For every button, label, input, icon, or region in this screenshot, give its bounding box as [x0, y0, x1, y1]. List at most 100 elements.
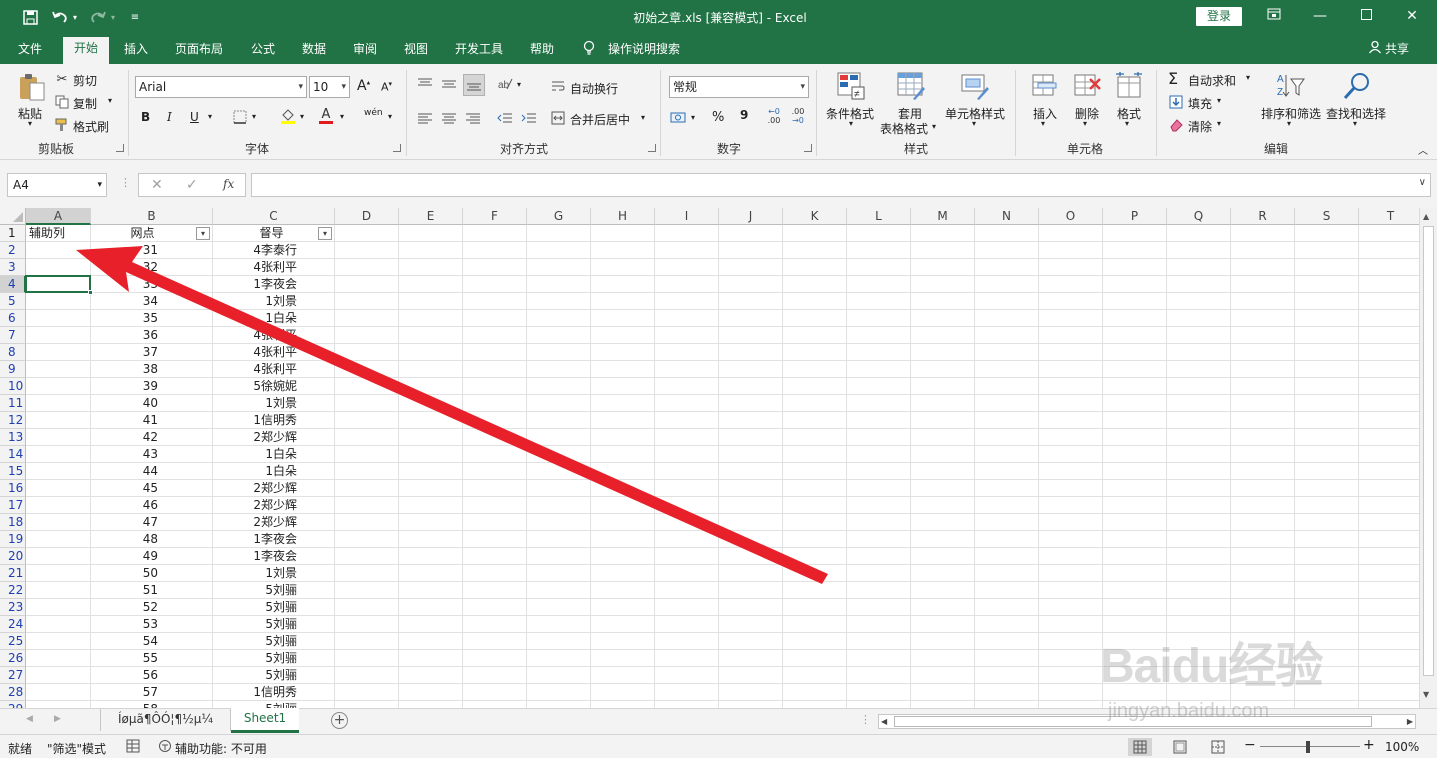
cell[interactable] [1231, 582, 1295, 599]
share-button[interactable]: 共享 [1385, 40, 1409, 60]
cell[interactable] [655, 599, 719, 616]
cell[interactable] [1167, 361, 1231, 378]
confirm-entry-icon[interactable]: ✓ [186, 177, 198, 193]
cell[interactable] [1359, 310, 1423, 327]
cell[interactable] [26, 548, 91, 565]
cell[interactable] [335, 701, 399, 708]
cell[interactable] [719, 701, 783, 708]
zoom-out-icon[interactable]: − [1244, 737, 1256, 753]
column-header-q[interactable]: Q [1167, 208, 1231, 225]
cell-supervisor[interactable]: 2郑少辉 [213, 497, 335, 514]
cell[interactable] [527, 599, 591, 616]
cell[interactable] [1167, 446, 1231, 463]
cell[interactable] [783, 327, 847, 344]
cell[interactable] [975, 344, 1039, 361]
cancel-entry-icon[interactable]: ✕ [151, 177, 163, 193]
cell[interactable] [847, 378, 911, 395]
header-cell-helper-column[interactable]: 辅助列 [26, 225, 91, 242]
share-icon[interactable] [1368, 40, 1382, 60]
cell[interactable] [1039, 344, 1103, 361]
delete-dropdown-icon[interactable]: ▾ [1083, 119, 1087, 128]
cell[interactable] [975, 650, 1039, 667]
cell[interactable] [399, 497, 463, 514]
cell-outlet[interactable]: 48 [91, 531, 213, 548]
cell[interactable] [1231, 429, 1295, 446]
cell[interactable] [399, 616, 463, 633]
cell[interactable] [911, 514, 975, 531]
cell[interactable] [335, 565, 399, 582]
cell[interactable] [1039, 650, 1103, 667]
cell[interactable] [1359, 667, 1423, 684]
column-header-k[interactable]: K [783, 208, 847, 225]
cell[interactable] [1039, 293, 1103, 310]
cell[interactable] [719, 429, 783, 446]
row-header[interactable]: 6 [0, 310, 26, 327]
cell[interactable] [975, 276, 1039, 293]
row-header[interactable]: 2 [0, 242, 26, 259]
cell[interactable] [26, 667, 91, 684]
cell[interactable] [527, 667, 591, 684]
tab-formulas[interactable]: 公式 [251, 40, 275, 60]
row-header[interactable]: 23 [0, 599, 26, 616]
cell[interactable] [1359, 582, 1423, 599]
cell[interactable] [591, 616, 655, 633]
cell-supervisor[interactable]: 1李夜会 [213, 548, 335, 565]
cell[interactable] [527, 548, 591, 565]
undo-dropdown-icon[interactable]: ▾ [70, 8, 80, 26]
cell[interactable] [1167, 514, 1231, 531]
cell[interactable] [591, 480, 655, 497]
cell[interactable] [591, 650, 655, 667]
cell[interactable] [527, 633, 591, 650]
sort-filter-icon[interactable]: AZ [1274, 71, 1306, 101]
cell-outlet[interactable]: 53 [91, 616, 213, 633]
cell[interactable] [719, 395, 783, 412]
cell[interactable] [463, 327, 527, 344]
cell[interactable] [335, 361, 399, 378]
cell[interactable] [847, 701, 911, 708]
cell[interactable] [847, 531, 911, 548]
cell[interactable] [399, 599, 463, 616]
cell[interactable] [399, 565, 463, 582]
column-header-c[interactable]: C [213, 208, 335, 225]
cell[interactable] [1103, 242, 1167, 259]
cell[interactable] [719, 361, 783, 378]
cell[interactable] [591, 684, 655, 701]
cell[interactable] [1295, 259, 1359, 276]
cell[interactable] [655, 531, 719, 548]
cell[interactable] [783, 378, 847, 395]
number-launcher-icon[interactable] [804, 144, 812, 152]
cell[interactable] [911, 225, 975, 242]
cell[interactable] [1231, 565, 1295, 582]
cell[interactable] [655, 548, 719, 565]
row-header[interactable]: 25 [0, 633, 26, 650]
cell-outlet[interactable]: 54 [91, 633, 213, 650]
cell[interactable] [655, 582, 719, 599]
cell[interactable] [847, 242, 911, 259]
merge-dropdown-icon[interactable]: ▾ [641, 113, 645, 122]
cell[interactable] [1039, 242, 1103, 259]
cell[interactable] [399, 242, 463, 259]
expand-formula-bar-icon[interactable]: ∨ [1419, 177, 1426, 188]
cell[interactable] [847, 446, 911, 463]
cell-outlet[interactable]: 43 [91, 446, 213, 463]
cell[interactable] [1167, 293, 1231, 310]
cell[interactable] [655, 395, 719, 412]
column-header-n[interactable]: N [975, 208, 1039, 225]
row-header[interactable]: 11 [0, 395, 26, 412]
align-top-icon[interactable] [416, 76, 434, 92]
row-header[interactable]: 22 [0, 582, 26, 599]
cell[interactable] [1231, 412, 1295, 429]
cell[interactable] [655, 327, 719, 344]
cell[interactable] [1231, 310, 1295, 327]
cell[interactable] [911, 242, 975, 259]
scroll-left-icon[interactable]: ◀ [881, 715, 887, 728]
orientation-dropdown-icon[interactable]: ▾ [517, 80, 521, 89]
cell[interactable] [783, 344, 847, 361]
cell-outlet[interactable]: 34 [91, 293, 213, 310]
cell[interactable] [1231, 344, 1295, 361]
insert-dropdown-icon[interactable]: ▾ [1041, 119, 1045, 128]
cut-icon[interactable]: ✂ [54, 71, 70, 87]
cell[interactable] [719, 582, 783, 599]
cell-supervisor[interactable]: 2郑少辉 [213, 429, 335, 446]
cell-supervisor[interactable]: 2郑少辉 [213, 514, 335, 531]
